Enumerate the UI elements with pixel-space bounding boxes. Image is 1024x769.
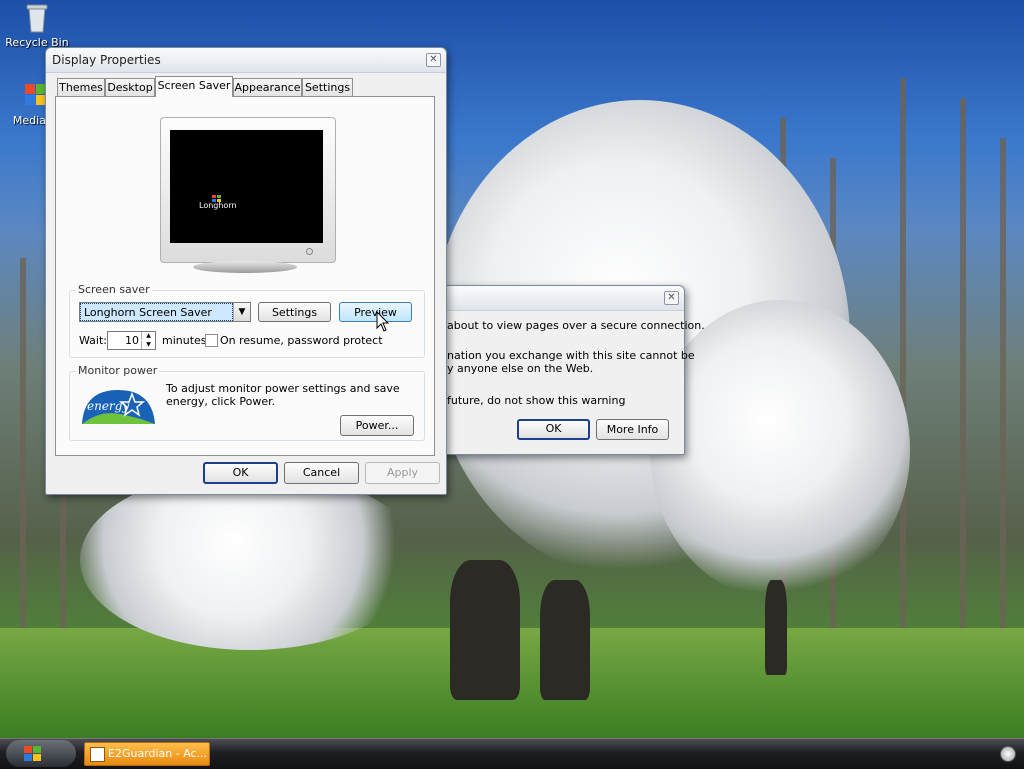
preview-screen-text: Longhorn: [199, 201, 237, 210]
taskbar-item-e2guardian[interactable]: E2Guardian - Ac...: [84, 742, 210, 766]
security-message-line2: nation you exchange with this site canno…: [447, 349, 695, 362]
preview-screen: Longhorn: [170, 130, 323, 243]
tree-trunk: [540, 580, 590, 700]
wait-label: Wait:: [79, 334, 107, 347]
security-dialog-titlebar[interactable]: ✕: [441, 286, 684, 311]
security-message-line3: y anyone else on the Web.: [447, 362, 594, 375]
energy-logo-text: energy: [87, 399, 130, 413]
tree-trunk: [450, 560, 520, 700]
security-warning-dialog: ✕ about to view pages over a secure conn…: [440, 285, 705, 455]
screen-saver-group-label: Screen saver: [76, 283, 152, 296]
tab-screen-saver[interactable]: Screen Saver: [155, 76, 233, 97]
ok-button[interactable]: OK: [203, 462, 278, 484]
screen-saver-panel: Longhorn Screen saver Longhorn Screen Sa…: [55, 96, 435, 456]
tree-canopy: [650, 300, 910, 600]
screen-saver-selected-value: Longhorn Screen Saver: [80, 303, 233, 321]
spinner-down-icon[interactable]: ▼: [141, 341, 155, 349]
password-protect-checkbox[interactable]: [205, 334, 218, 347]
cancel-button[interactable]: Cancel: [284, 462, 359, 484]
display-properties-window: Display Properties ✕ Themes Desktop Scre…: [45, 47, 447, 495]
monitor-power-description: To adjust monitor power settings and sav…: [166, 382, 400, 408]
tab-desktop[interactable]: Desktop: [105, 78, 155, 96]
tree-canopy: [80, 470, 420, 650]
taskbar: E2Guardian - Ac...: [0, 738, 1024, 769]
browser-window-icon: [90, 747, 105, 762]
tab-settings[interactable]: Settings: [302, 78, 353, 96]
security-message-line1: about to view pages over a secure connec…: [447, 319, 705, 332]
background-tree: [1000, 138, 1006, 678]
minutes-label: minutes: [162, 334, 207, 347]
background-tree: [960, 98, 966, 678]
start-button[interactable]: [6, 740, 76, 767]
monitor-power-group: Monitor power energy To adjust monitor p…: [69, 364, 425, 441]
window-title: Display Properties: [52, 53, 161, 67]
screen-saver-settings-button[interactable]: Settings: [258, 302, 331, 322]
screen-saver-select[interactable]: Longhorn Screen Saver ▼: [79, 302, 251, 322]
background-tree: [20, 258, 26, 678]
energy-star-logo: energy: [80, 386, 157, 426]
recycle-bin-icon: [21, 2, 53, 34]
display-properties-titlebar[interactable]: Display Properties ✕: [46, 48, 446, 73]
monitor-stand: [193, 261, 297, 273]
windows-logo-icon: [24, 746, 42, 761]
security-ok-button[interactable]: OK: [517, 419, 590, 440]
wait-value[interactable]: 10: [125, 334, 139, 347]
monitor-preview: Longhorn: [160, 117, 336, 263]
tray-clock-icon[interactable]: [1000, 746, 1016, 762]
chevron-down-icon[interactable]: ▼: [233, 303, 250, 321]
monitor-power-group-label: Monitor power: [76, 364, 160, 377]
close-icon[interactable]: ✕: [664, 291, 679, 305]
power-button[interactable]: Power...: [340, 415, 414, 436]
do-not-show-warning-label[interactable]: future, do not show this warning: [447, 394, 625, 407]
tree-trunk: [765, 580, 787, 675]
windows-flag-icon: [212, 192, 222, 202]
desktop-icon-recycle-bin[interactable]: Recycle Bin: [2, 2, 72, 49]
tab-themes[interactable]: Themes: [57, 78, 105, 96]
close-icon[interactable]: ✕: [426, 53, 441, 67]
mouse-cursor-icon: [376, 310, 390, 333]
background-tree: [900, 78, 906, 678]
spinner-up-icon[interactable]: ▲: [141, 332, 155, 340]
screen-saver-group: Screen saver Longhorn Screen Saver ▼ Set…: [69, 283, 425, 358]
wait-minutes-spinner[interactable]: 10 ▲ ▼: [107, 331, 156, 350]
apply-button[interactable]: Apply: [365, 462, 440, 484]
taskbar-item-label: E2Guardian - Ac...: [108, 747, 208, 760]
password-protect-label[interactable]: On resume, password protect: [220, 334, 383, 347]
power-indicator-icon: [306, 248, 313, 255]
more-info-button[interactable]: More Info: [596, 419, 669, 440]
tab-appearance[interactable]: Appearance: [233, 78, 302, 96]
